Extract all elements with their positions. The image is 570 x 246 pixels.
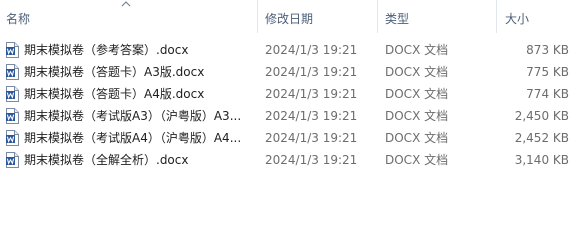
word-doc-icon — [6, 108, 19, 124]
column-header-modified[interactable]: 修改日期 — [265, 0, 375, 33]
column-header-name[interactable]: 名称 — [6, 0, 256, 33]
file-type: DOCX 文档 — [385, 43, 449, 57]
file-name: 期末模拟卷（答题卡）A3版.docx — [24, 65, 205, 79]
file-rows: 期末模拟卷（参考答案）.docx 2024/1/3 19:21 DOCX 文档 … — [0, 39, 570, 171]
file-type: DOCX 文档 — [385, 131, 449, 145]
file-row[interactable]: 期末模拟卷（全解全析）.docx 2024/1/3 19:21 DOCX 文档 … — [0, 149, 570, 171]
file-name: 期末模拟卷（全解全析）.docx — [24, 153, 189, 167]
file-name: 期末模拟卷（考试版A4）（沪粤版）A4... — [24, 131, 242, 145]
word-doc-icon — [6, 130, 19, 146]
file-size: 2,450 KB — [514, 109, 569, 123]
file-type: DOCX 文档 — [385, 87, 449, 101]
file-modified-date: 2024/1/3 19:21 — [265, 109, 358, 123]
column-header-type[interactable]: 类型 — [385, 0, 490, 33]
file-size: 873 KB — [526, 43, 569, 57]
file-name: 期末模拟卷（参考答案）.docx — [24, 43, 189, 57]
file-size: 2,452 KB — [514, 131, 569, 145]
file-modified-date: 2024/1/3 19:21 — [265, 153, 358, 167]
file-row[interactable]: 期末模拟卷（考试版A4）（沪粤版）A4... 2024/1/3 19:21 DO… — [0, 127, 570, 149]
file-modified-date: 2024/1/3 19:21 — [265, 87, 358, 101]
word-doc-icon — [6, 64, 19, 80]
file-row[interactable]: 期末模拟卷（答题卡）A3版.docx 2024/1/3 19:21 DOCX 文… — [0, 61, 570, 83]
file-type: DOCX 文档 — [385, 109, 449, 123]
file-size: 3,140 KB — [514, 153, 569, 167]
file-modified-date: 2024/1/3 19:21 — [265, 43, 358, 57]
file-row[interactable]: 期末模拟卷（参考答案）.docx 2024/1/3 19:21 DOCX 文档 … — [0, 39, 570, 61]
column-divider[interactable] — [496, 0, 497, 33]
file-list-view: 名称 修改日期 类型 大小 期末模拟卷（参考答案）.docx 2024/1/3 … — [0, 0, 570, 246]
file-modified-date: 2024/1/3 19:21 — [265, 65, 358, 79]
column-divider[interactable] — [377, 0, 378, 33]
column-divider[interactable] — [257, 0, 258, 33]
column-header-bar: 名称 修改日期 类型 大小 — [0, 0, 570, 33]
file-modified-date: 2024/1/3 19:21 — [265, 131, 358, 145]
file-size: 775 KB — [526, 65, 569, 79]
file-row[interactable]: 期末模拟卷（答题卡）A4版.docx 2024/1/3 19:21 DOCX 文… — [0, 83, 570, 105]
column-header-size[interactable]: 大小 — [505, 0, 565, 33]
file-name: 期末模拟卷（考试版A3）（沪粤版）A3... — [24, 109, 242, 123]
word-doc-icon — [6, 86, 19, 102]
file-name: 期末模拟卷（答题卡）A4版.docx — [24, 87, 205, 101]
file-type: DOCX 文档 — [385, 153, 449, 167]
file-size: 774 KB — [526, 87, 569, 101]
file-row[interactable]: 期末模拟卷（考试版A3）（沪粤版）A3... 2024/1/3 19:21 DO… — [0, 105, 570, 127]
word-doc-icon — [6, 152, 19, 168]
file-type: DOCX 文档 — [385, 65, 449, 79]
word-doc-icon — [6, 42, 19, 58]
